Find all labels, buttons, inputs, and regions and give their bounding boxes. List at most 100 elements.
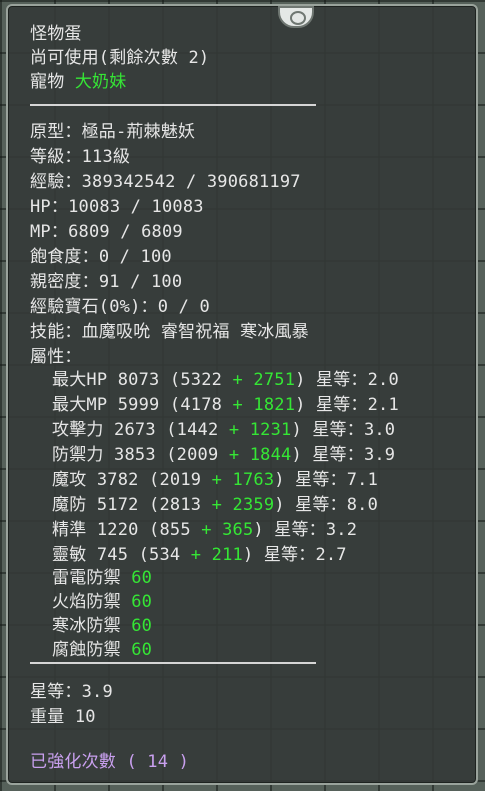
attribute-grade: ) 星等：3.9 — [291, 445, 396, 465]
resistance-name: 火焰防禦 — [52, 592, 121, 612]
game-screen: 怪物蛋 尚可使用(剩餘次數 2) 寵物 大奶妹 原型：極品-荊棘魅妖 等級：11… — [0, 0, 485, 791]
satiety-label: 飽食度： — [30, 247, 99, 267]
attribute-grade: ) 星等：3.0 — [291, 420, 396, 440]
attribute-name: 最大MP — [52, 395, 108, 415]
attribute-value: 5999 — [117, 395, 160, 415]
resistance-row: 火焰防禦 60 — [52, 590, 152, 614]
attribute-base: (5322 — [169, 370, 223, 390]
resistance-name: 雷電防禦 — [52, 568, 121, 588]
attribute-value: 3853 — [114, 445, 156, 465]
level-line: 等級：113級 — [30, 145, 130, 169]
origin-label: 原型： — [30, 122, 82, 142]
attribute-row: 靈敏 745 (534 + 211) 星等：2.7 — [52, 543, 347, 567]
resistance-row: 雷電防禦 60 — [52, 566, 152, 590]
exp-line: 經驗：389342542 / 390681197 — [30, 170, 301, 194]
attribute-base: (2009 — [166, 445, 219, 465]
attribute-row: 最大HP 8073 (5322 + 2751) 星等：2.0 — [52, 368, 399, 392]
attribute-value: 2673 — [114, 420, 156, 440]
star-grade-label: 星等： — [30, 682, 82, 702]
divider — [30, 662, 316, 664]
knot-icon — [278, 6, 314, 28]
divider — [30, 104, 316, 106]
attribute-base: (2813 — [149, 495, 202, 515]
attribute-value: 3782 — [96, 470, 139, 490]
mp-line: MP：6809 / 6809 — [30, 220, 183, 244]
attribute-bonus: + 2751 — [232, 370, 296, 390]
attribute-name: 最大HP — [52, 370, 108, 390]
attribute-grade: ) 星等：2.0 — [295, 370, 399, 390]
resistance-value: 60 — [131, 640, 153, 660]
attribute-grade: ) 星等：7.1 — [274, 470, 379, 490]
intimacy-label: 親密度： — [30, 272, 99, 292]
attribute-name: 魔攻 — [52, 470, 87, 490]
attribute-grade: ) 星等：3.2 — [253, 520, 358, 540]
attribute-name: 防禦力 — [52, 445, 104, 465]
hp-label: HP： — [30, 197, 69, 217]
attribute-bonus: + 211 — [190, 545, 243, 565]
attribute-base: (2019 — [149, 470, 202, 490]
attribute-base: (4178 — [169, 395, 223, 415]
level-value: 113級 — [81, 147, 131, 167]
attribute-bonus: + 2359 — [211, 495, 275, 515]
attribute-value: 1220 — [96, 520, 139, 540]
intimacy-line: 親密度：91 / 100 — [30, 270, 182, 294]
enhance-line: 已強化次數 ( 14 ) — [30, 750, 189, 774]
attribute-name: 精準 — [52, 520, 87, 540]
attribute-row: 魔防 5172 (2813 + 2359) 星等：8.0 — [52, 493, 378, 517]
intimacy-value: 91 / 100 — [98, 272, 183, 292]
star-grade-value: 3.9 — [81, 682, 113, 702]
attribute-value: 8073 — [117, 370, 160, 390]
attribute-base: (1442 — [166, 420, 219, 440]
attribute-bonus: + 1844 — [228, 445, 292, 465]
hp-value: 10083 / 10083 — [68, 197, 204, 217]
attribute-value: 745 — [96, 545, 129, 565]
exp-gem-line: 經驗寶石(0%)：0 / 0 — [30, 295, 210, 319]
item-tooltip: 怪物蛋 尚可使用(剩餘次數 2) 寵物 大奶妹 原型：極品-荊棘魅妖 等級：11… — [6, 4, 478, 785]
level-label: 等級： — [30, 147, 82, 167]
enhance-value: ( 14 ) — [126, 752, 190, 772]
mp-value: 6809 / 6809 — [68, 222, 183, 242]
exp-label: 經驗： — [30, 172, 82, 192]
attribute-grade: ) 星等：2.1 — [295, 395, 399, 415]
skills-label: 技能： — [30, 322, 82, 342]
attribute-grade: ) 星等：8.0 — [274, 495, 379, 515]
attribute-row: 防禦力 3853 (2009 + 1844) 星等：3.9 — [52, 443, 395, 467]
resistance-name: 寒冰防禦 — [52, 616, 121, 636]
mp-label: MP： — [30, 222, 69, 242]
attribute-base: (534 — [138, 545, 181, 565]
resistance-row: 寒冰防禦 60 — [52, 614, 152, 638]
attribute-bonus: + 1821 — [232, 395, 296, 415]
pet-name: 大奶妹 — [74, 72, 127, 92]
resistance-name: 腐蝕防禦 — [52, 640, 121, 660]
origin-value: 極品-荊棘魅妖 — [81, 122, 196, 142]
attribute-name: 靈敏 — [52, 545, 87, 565]
weight-line: 重量 10 — [30, 705, 96, 729]
attribute-row: 魔攻 3782 (2019 + 1763) 星等：7.1 — [52, 468, 378, 492]
weight-value: 10 — [74, 707, 96, 727]
pet-line: 寵物 大奶妹 — [30, 70, 126, 94]
star-grade-line: 星等：3.9 — [30, 680, 113, 704]
resistance-value: 60 — [131, 616, 153, 636]
resistance-row: 腐蝕防禦 60 — [52, 638, 152, 662]
skills-value: 血魔吸吮 睿智祝福 寒冰風暴 — [81, 322, 309, 342]
attribute-bonus: + 1231 — [228, 420, 292, 440]
resistance-value: 60 — [131, 592, 153, 612]
attribute-row: 最大MP 5999 (4178 + 1821) 星等：2.1 — [52, 393, 399, 417]
skills-line: 技能：血魔吸吮 睿智祝福 寒冰風暴 — [30, 320, 309, 344]
satiety-value: 0 / 100 — [98, 247, 172, 267]
attribute-value: 5172 — [96, 495, 139, 515]
enhance-label: 已強化次數 — [30, 752, 116, 772]
attribute-bonus: + 365 — [201, 520, 254, 540]
attribute-grade: ) 星等：2.7 — [242, 545, 347, 565]
satiety-line: 飽食度：0 / 100 — [30, 245, 172, 269]
weight-label: 重量 — [30, 707, 65, 727]
resistance-value: 60 — [131, 568, 153, 588]
attribute-name: 魔防 — [52, 495, 87, 515]
attributes-heading: 屬性： — [30, 347, 82, 367]
hp-line: HP：10083 / 10083 — [30, 195, 204, 219]
attribute-bonus: + 1763 — [211, 470, 275, 490]
attribute-row: 精準 1220 (855 + 365) 星等：3.2 — [52, 518, 357, 542]
exp-gem-label: 經驗寶石(0%)： — [30, 297, 158, 317]
attribute-base: (855 — [149, 520, 191, 540]
attribute-row: 攻擊力 2673 (1442 + 1231) 星等：3.0 — [52, 418, 395, 442]
